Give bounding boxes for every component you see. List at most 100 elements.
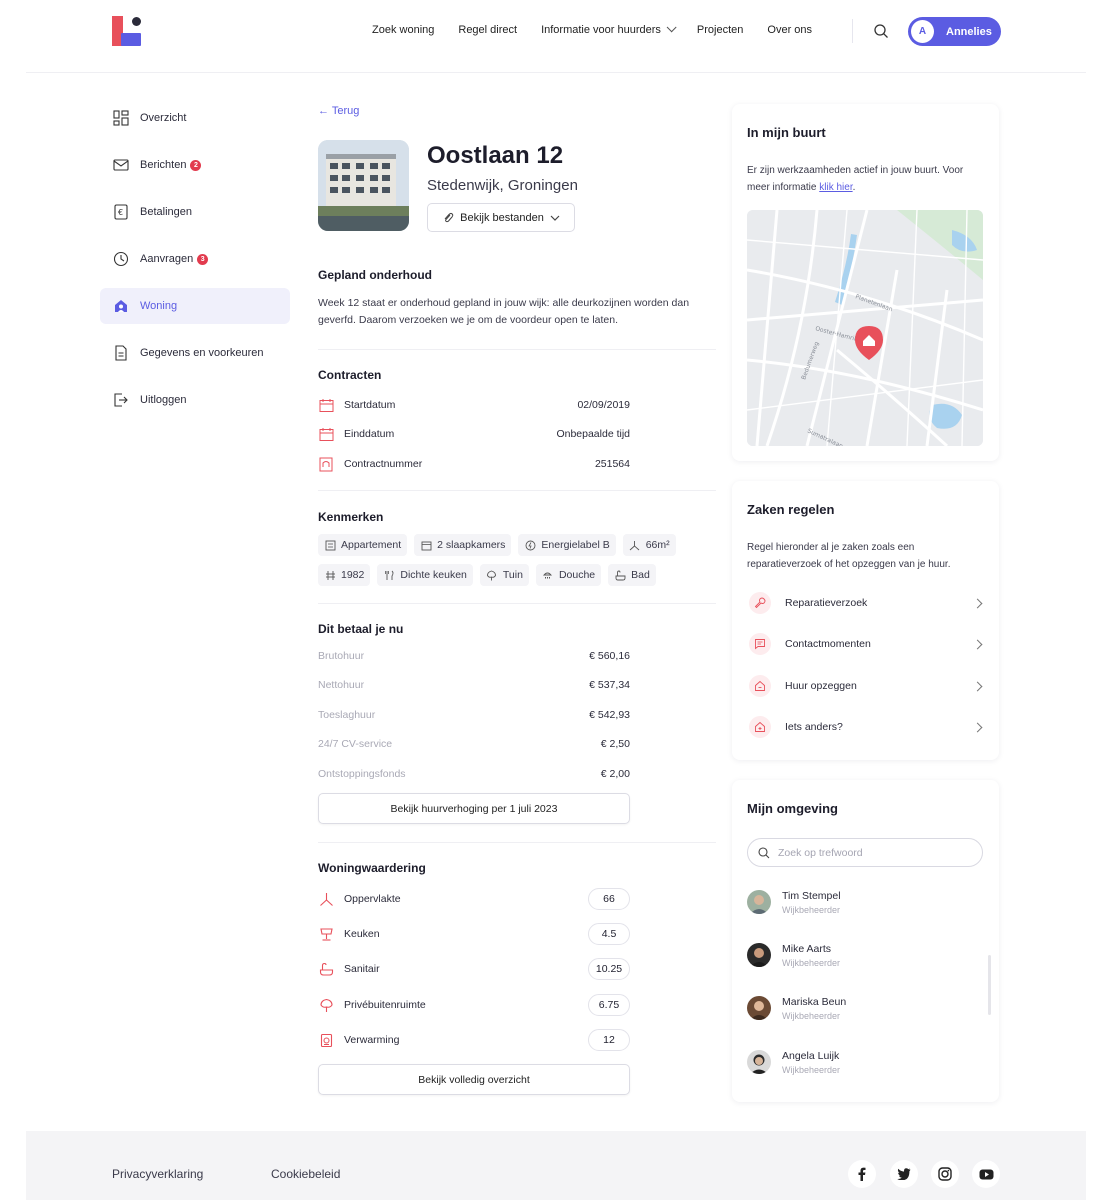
contact-person[interactable]: Mike Aarts Wijkbeheerder	[747, 940, 977, 970]
sidebar-item-woning[interactable]: Woning	[100, 288, 290, 324]
sidebar-item-uitloggen[interactable]: Uitloggen	[100, 382, 290, 418]
rent-increase-button[interactable]: Bekijk huurverhoging per 1 juli 2023	[318, 793, 630, 824]
user-menu-button[interactable]: A Annelies	[908, 17, 1001, 46]
sidebar-item-label: Woning	[140, 300, 178, 312]
card-text: Er zijn werkzaamheden actief in jouw buu…	[747, 162, 987, 196]
search-icon	[758, 846, 770, 858]
notification-badge: 3	[197, 253, 209, 265]
tasks-card: Zaken regelen Regel hieronder al je zake…	[732, 481, 999, 760]
scrollbar[interactable]	[988, 955, 991, 1015]
avatar	[747, 943, 771, 967]
bath-icon	[318, 961, 334, 977]
contract-icon	[318, 456, 334, 472]
nav-zoek-woning[interactable]: Zoek woning	[372, 24, 434, 36]
sidebar-item-betalingen[interactable]: € Betalingen	[100, 194, 290, 230]
shower-icon	[542, 569, 554, 581]
header-divider	[26, 72, 1086, 73]
nav-informatie-label: Informatie voor huurders	[541, 24, 661, 36]
building-icon	[324, 539, 336, 551]
feature-chip: Appartement	[318, 534, 408, 556]
feature-chip: Douche	[535, 564, 602, 586]
card-title: Mijn omgeving	[747, 801, 838, 816]
nav-informatie-voor-huurders[interactable]: Informatie voor huurders	[541, 22, 677, 36]
privacy-link[interactable]: Privacyverklaring	[112, 1167, 203, 1181]
notification-badge: 2	[190, 159, 202, 171]
files-button-label: Bekijk bestanden	[460, 211, 544, 224]
contact-person[interactable]: Angela Luijk Wijkbeheerder	[747, 1047, 977, 1077]
search-input[interactable]	[778, 846, 958, 859]
person-role: Wijkbeheerder	[782, 1064, 841, 1075]
sidebar-item-aanvragen[interactable]: Aanvragen 3	[100, 241, 290, 277]
payment-icon: €	[112, 203, 130, 221]
search-icon[interactable]	[873, 23, 889, 39]
row-label: Toeslaghuur	[318, 709, 376, 721]
chevron-right-icon	[972, 639, 983, 649]
feature-chip: Dichte keuken	[377, 564, 473, 586]
environment-search[interactable]	[747, 838, 983, 867]
row-label: Privébuitenruimte	[344, 999, 426, 1011]
top-header: Zoek woning Regel direct Informatie voor…	[0, 0, 1094, 62]
chip-label: Douche	[558, 569, 596, 581]
section-divider	[318, 603, 716, 604]
task-contactmomenten[interactable]: Contactmomenten	[747, 631, 987, 657]
document-icon	[112, 344, 130, 362]
logo[interactable]	[112, 16, 144, 48]
full-overview-button[interactable]: Bekijk volledig overzicht	[318, 1064, 630, 1095]
energy-icon	[524, 539, 536, 551]
row-value: € 537,34	[589, 679, 630, 691]
facebook-icon[interactable]	[848, 1160, 876, 1188]
nav-regel-direct[interactable]: Regel direct	[458, 24, 517, 36]
valuation-title: Woningwaardering	[318, 861, 426, 875]
row-label: Brutohuur	[318, 650, 365, 662]
contract-row: Startdatum 02/09/2019	[318, 397, 630, 413]
sidebar-item-gegevens[interactable]: Gegevens en voorkeuren	[100, 335, 290, 371]
twitter-icon[interactable]	[890, 1160, 918, 1188]
avatar	[747, 996, 771, 1020]
row-label: Contractnummer	[344, 458, 423, 470]
person-name: Mike Aarts	[782, 942, 832, 955]
instagram-icon[interactable]	[931, 1160, 959, 1188]
task-iets-anders[interactable]: Iets anders?	[747, 714, 987, 740]
nav-over-ons[interactable]: Over ons	[767, 24, 812, 36]
sidebar-item-berichten[interactable]: Berichten 2	[100, 147, 290, 183]
chip-label: 2 slaapkamers	[437, 539, 506, 551]
row-value: Onbepaalde tijd	[556, 428, 630, 440]
payment-row: Ontstoppingsfonds € 2,00	[318, 768, 630, 780]
nav-projecten[interactable]: Projecten	[697, 24, 743, 36]
sidebar: Overzicht Berichten 2 € Betalingen Aanvr…	[100, 100, 290, 429]
score-badge: 66	[588, 888, 630, 910]
contact-person[interactable]: Mariska Beun Wijkbeheerder	[747, 993, 977, 1023]
back-link[interactable]: ← Terug	[318, 105, 359, 117]
card-text: Regel hieronder al je zaken zoals een re…	[747, 542, 951, 570]
row-label: Startdatum	[344, 399, 396, 411]
score-badge: 4.5	[588, 923, 630, 945]
person-name: Tim Stempel	[782, 889, 841, 902]
contact-person[interactable]: Tim Stempel Wijkbeheerder	[747, 887, 977, 917]
bed-icon	[420, 539, 432, 551]
maintenance-text: Week 12 staat er onderhoud gepland in jo…	[318, 297, 690, 326]
home-plus-icon	[749, 716, 771, 738]
row-value: € 2,50	[600, 738, 630, 750]
view-files-button[interactable]: Bekijk bestanden	[427, 203, 575, 232]
sidebar-item-label: Aanvragen	[140, 253, 194, 265]
contracts-title: Contracten	[318, 368, 382, 382]
cookie-link[interactable]: Cookiebeleid	[271, 1167, 340, 1181]
map[interactable]: Bedumerweg Planetenlaan Ooster-Hamriklaa…	[747, 210, 983, 446]
row-label: Keuken	[344, 928, 380, 940]
sidebar-item-label: Berichten	[140, 159, 187, 171]
youtube-icon[interactable]	[972, 1160, 1000, 1188]
feature-chip: Energielabel B	[518, 534, 616, 556]
kitchen-icon	[318, 926, 334, 942]
payment-title: Dit betaal je nu	[318, 622, 404, 636]
task-label: Huur opzeggen	[785, 680, 857, 692]
task-reparatieverzoek[interactable]: Reparatieverzoek	[747, 590, 987, 616]
person-name: Mariska Beun	[782, 995, 847, 1008]
chevron-right-icon	[972, 722, 983, 732]
heater-icon	[318, 1032, 334, 1048]
sidebar-item-overzicht[interactable]: Overzicht	[100, 100, 290, 136]
more-info-link[interactable]: klik hier	[819, 182, 852, 193]
features-chips: Appartement 2 slaapkamers Energielabel B…	[318, 534, 716, 586]
house-photo	[318, 140, 409, 231]
row-value: € 2,00	[600, 768, 630, 780]
task-huur-opzeggen[interactable]: Huur opzeggen	[747, 673, 987, 699]
